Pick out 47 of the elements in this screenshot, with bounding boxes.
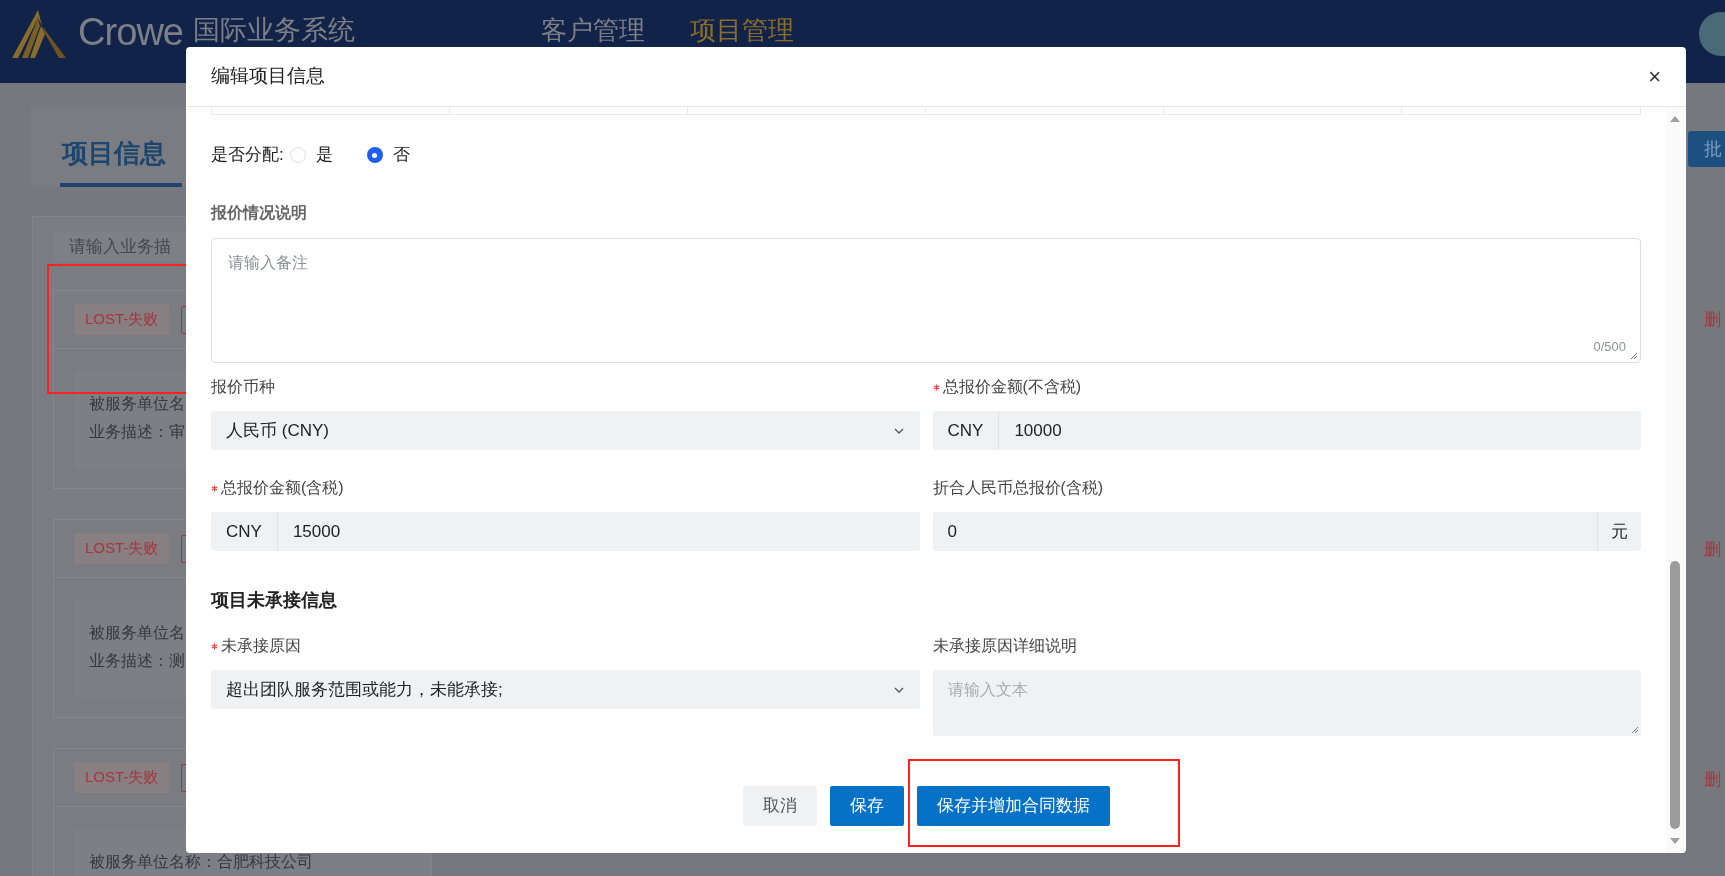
note-text-area[interactable]: 请输入备注 0/500 (211, 238, 1641, 363)
section-label: 报价情况说明 (211, 203, 308, 223)
batch-button[interactable]: 批 (1688, 131, 1725, 167)
scrollbar[interactable] (1666, 107, 1684, 853)
scroll-down-icon[interactable] (1669, 837, 1681, 845)
detail-text: 业务描述：测 (89, 652, 185, 670)
dialog-button[interactable]: 取消 (742, 786, 817, 826)
amount-field[interactable]: CNY 15000 (211, 512, 920, 551)
system-name: 国际业务系统 (193, 16, 356, 45)
detail-text: 被服务单位名 (89, 624, 185, 642)
radio-button[interactable] (366, 147, 383, 163)
field-label: 总报价金额(不含税) (942, 377, 1082, 397)
dialog-button[interactable]: 保存并增加合同数据 (916, 786, 1110, 826)
field-label: 折合人民币总报价(含税) (932, 478, 1104, 498)
field-label: 总报价金额(含税) (221, 478, 344, 498)
required-icon (211, 484, 218, 492)
dialog-button[interactable]: 保存 (829, 786, 904, 826)
nav-link[interactable]: 项目管理 (690, 16, 795, 44)
status-tag: LOST-失败 (74, 304, 170, 335)
field-label: 是否分配: (211, 144, 284, 167)
status-tag: LOST-失败 (74, 762, 170, 793)
select-field[interactable]: 超出团队服务范围或能力，未能承接; (211, 670, 920, 709)
detail-text: 业务描述：审 (89, 423, 185, 441)
amount-field[interactable]: CNY 10000 (932, 411, 1641, 450)
scroll-up-icon[interactable] (1669, 115, 1681, 123)
detail-text: 被服务单位名 (89, 395, 185, 413)
section-title: 项目未承接信息 (211, 589, 338, 612)
select-field[interactable]: 人民币 (CNY) (211, 411, 920, 450)
radio-option[interactable]: 否 (366, 142, 410, 168)
radio-option[interactable]: 是 (289, 142, 333, 168)
resize-handle-icon (1631, 726, 1639, 734)
field-label: 未承接原因 (221, 636, 301, 656)
detail-text: 被服务单位名称：合肥科技公司 (89, 853, 313, 871)
scrollbar-thumb[interactable] (1670, 561, 1680, 829)
amount-field[interactable]: 0 元 (932, 512, 1641, 551)
nav-link[interactable]: 客户管理 (541, 16, 646, 44)
required-icon (932, 383, 940, 391)
close-button[interactable]: × (1648, 65, 1661, 88)
char-counter: 0/500 (1593, 337, 1626, 356)
field-label: 未承接原因详细说明 (932, 636, 1077, 656)
status-tag: LOST-失败 (74, 533, 170, 564)
field-label: 报价币种 (211, 377, 275, 397)
logo-text: Crowe (78, 12, 184, 52)
resize-handle-icon (1630, 352, 1638, 360)
radio-button[interactable] (289, 147, 306, 163)
dialog-title: 编辑项目信息 (211, 64, 325, 89)
required-icon (211, 642, 218, 650)
